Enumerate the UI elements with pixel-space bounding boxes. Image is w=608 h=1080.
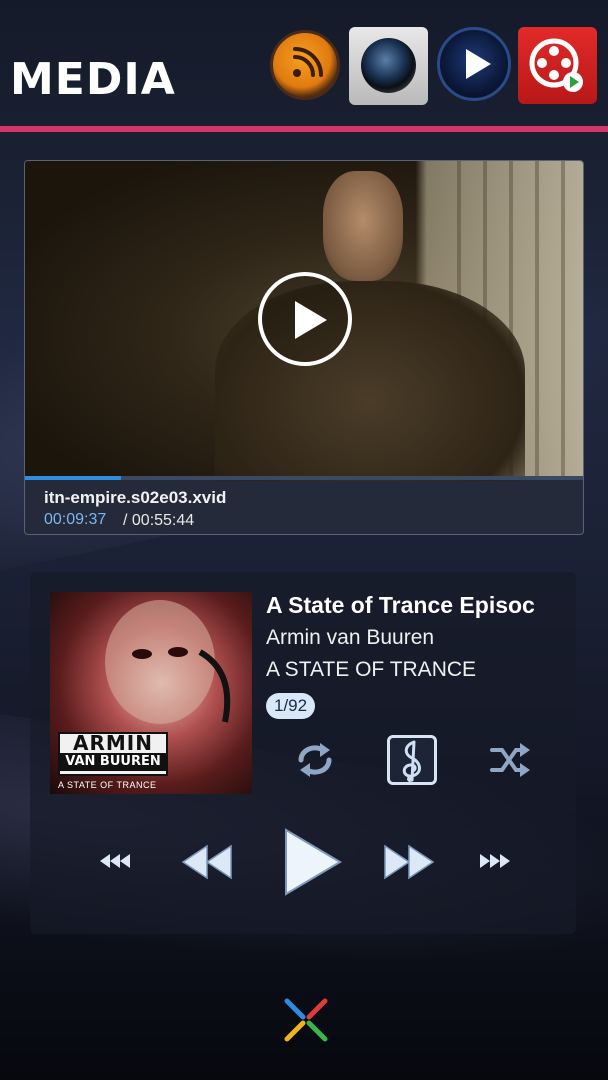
treble-clef-icon <box>402 740 421 782</box>
skip-forward-icon <box>480 854 510 868</box>
header: MEDIA <box>0 0 608 132</box>
rewind-button[interactable] <box>180 842 234 882</box>
rss-icon[interactable] <box>270 30 340 100</box>
film-reel-icon[interactable] <box>518 27 597 104</box>
repeat-button[interactable] <box>293 738 337 782</box>
video-progress-fill <box>25 476 122 480</box>
track-count-badge: 1/92 <box>266 693 316 719</box>
album-logo: ARMIN VAN BUUREN <box>58 732 168 776</box>
rewind-icon <box>181 844 232 880</box>
camera-lens <box>361 38 416 93</box>
shuffle-button[interactable] <box>488 738 532 782</box>
launcher-x-icon[interactable] <box>283 997 329 1043</box>
previous-track-button[interactable] <box>98 847 134 875</box>
equalizer-button[interactable] <box>387 735 437 785</box>
video-total-time: / 00:55:44 <box>123 512 195 529</box>
camera-icon[interactable] <box>349 27 428 105</box>
album-art-subtitle: A STATE OF TRANCE <box>58 780 157 790</box>
play-button[interactable] <box>280 827 344 897</box>
video-filename: itn-empire.s02e03.xvid <box>44 488 227 507</box>
play-icon <box>285 828 342 896</box>
video-widget[interactable]: itn-empire.s02e03.xvid 00:09:37 / 00:55:… <box>24 160 584 535</box>
video-thumbnail[interactable] <box>25 161 583 481</box>
track-title: A State of Trance Episoc <box>266 592 535 618</box>
header-divider <box>0 126 608 132</box>
fast-forward-icon <box>384 844 435 880</box>
repeat-icon <box>298 743 332 777</box>
play-overlay-button[interactable] <box>258 272 352 366</box>
video-player-icon[interactable] <box>437 27 511 101</box>
skip-back-icon <box>100 854 130 868</box>
album-logo-line2: VAN BUUREN <box>60 753 166 771</box>
next-track-button[interactable] <box>476 847 512 875</box>
album-art[interactable]: ARMIN VAN BUUREN A STATE OF TRANCE <box>50 592 252 794</box>
video-progress-bar[interactable] <box>25 476 583 480</box>
album-logo-line1: ARMIN <box>73 731 153 755</box>
thumbnail-figure-head <box>323 171 403 281</box>
shuffle-icon <box>490 743 530 777</box>
music-widget: ARMIN VAN BUUREN A STATE OF TRANCE A Sta… <box>30 572 576 934</box>
page-title: MEDIA <box>10 54 176 105</box>
play-icon <box>295 301 327 339</box>
fast-forward-button[interactable] <box>382 842 436 882</box>
video-current-time: 00:09:37 <box>44 511 107 528</box>
track-album: A STATE OF TRANCE <box>266 658 477 681</box>
track-artist: Armin van Buuren <box>266 626 435 649</box>
